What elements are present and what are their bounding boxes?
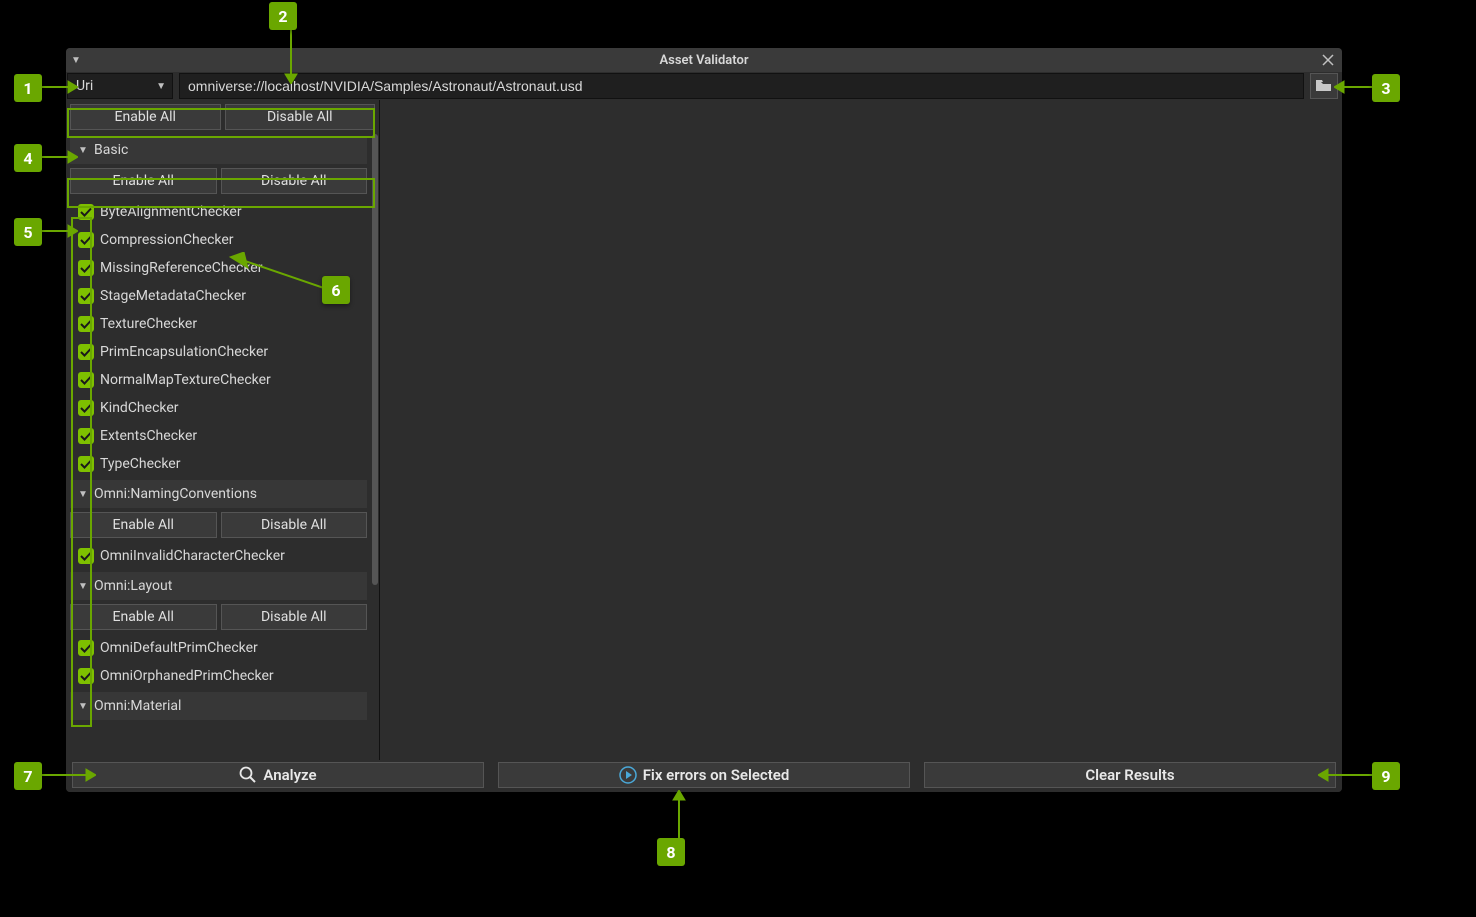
layout-enable-all-button[interactable]: Enable All	[70, 604, 217, 630]
checker-label: TypeChecker	[100, 456, 180, 472]
callout-8: 8	[657, 838, 685, 866]
checker-row: NormalMapTextureChecker	[70, 366, 367, 394]
body: Enable All Disable All ▼ Basic Enable Al…	[66, 100, 1342, 760]
clear-results-button[interactable]: Clear Results	[924, 762, 1336, 788]
checker-label: OmniDefaultPrimChecker	[100, 640, 258, 656]
asset-mode-select[interactable]: Uri ▼	[67, 73, 173, 99]
checker-checkbox[interactable]	[78, 316, 94, 332]
global-toggle-row: Enable All Disable All	[66, 100, 379, 134]
checker-checkbox[interactable]	[78, 344, 94, 360]
browse-folder-button[interactable]	[1310, 73, 1338, 99]
basic-disable-all-button[interactable]: Disable All	[221, 168, 368, 194]
disable-all-button[interactable]: Disable All	[225, 104, 376, 130]
folder-icon	[1316, 80, 1332, 92]
section-title: Omni:NamingConventions	[94, 486, 257, 502]
checker-row: KindChecker	[70, 394, 367, 422]
naming-enable-all-button[interactable]: Enable All	[70, 512, 217, 538]
section-header-naming[interactable]: ▼ Omni:NamingConventions	[70, 480, 367, 508]
section-title: Basic	[94, 142, 128, 158]
checker-row: StageMetadataChecker	[70, 282, 367, 310]
callout-5: 5	[14, 218, 42, 246]
checker-row: OmniOrphanedPrimChecker	[70, 662, 367, 690]
naming-disable-all-button[interactable]: Disable All	[221, 512, 368, 538]
checker-label: OmniInvalidCharacterChecker	[100, 548, 285, 564]
checker-row: OmniDefaultPrimChecker	[70, 634, 367, 662]
checker-label: CompressionChecker	[100, 232, 234, 248]
checker-row: PrimEncapsulationChecker	[70, 338, 367, 366]
basic-toggle-row: Enable All Disable All	[66, 164, 371, 198]
close-button[interactable]	[1314, 48, 1342, 72]
play-circle-icon	[619, 766, 637, 784]
callout-4: 4	[14, 144, 42, 172]
chevron-down-icon: ▼	[78, 489, 88, 500]
checker-label: TextureChecker	[100, 316, 197, 332]
checker-checkbox[interactable]	[78, 260, 94, 276]
checker-label: KindChecker	[100, 400, 179, 416]
checker-checkbox[interactable]	[78, 428, 94, 444]
asset-validator-window: ▼ Asset Validator Uri ▼ Enable All Disab…	[66, 48, 1342, 792]
window-title: Asset Validator	[66, 53, 1342, 68]
window-menu-caret[interactable]: ▼	[66, 55, 86, 66]
checker-label: NormalMapTextureChecker	[100, 372, 271, 388]
basic-enable-all-button[interactable]: Enable All	[70, 168, 217, 194]
section-title: Omni:Material	[94, 698, 181, 714]
callout-3: 3	[1372, 74, 1400, 102]
titlebar[interactable]: ▼ Asset Validator	[66, 48, 1342, 72]
layout-disable-all-button[interactable]: Disable All	[221, 604, 368, 630]
chevron-down-icon: ▼	[78, 145, 88, 156]
section-header-material[interactable]: ▼ Omni:Material	[70, 692, 367, 720]
checker-row: TypeChecker	[70, 450, 367, 478]
checker-checkbox[interactable]	[78, 232, 94, 248]
asset-uri-input[interactable]	[179, 73, 1304, 99]
checker-label: PrimEncapsulationChecker	[100, 344, 268, 360]
checker-row: ByteAlignmentChecker	[70, 198, 367, 226]
fix-errors-button[interactable]: Fix errors on Selected	[498, 762, 910, 788]
checker-checkbox[interactable]	[78, 288, 94, 304]
callout-2: 2	[269, 2, 297, 30]
checker-label: ByteAlignmentChecker	[100, 204, 242, 220]
checker-label: OmniOrphanedPrimChecker	[100, 668, 274, 684]
close-icon	[1322, 54, 1334, 66]
enable-all-button[interactable]: Enable All	[70, 104, 221, 130]
section-header-basic[interactable]: ▼ Basic	[70, 136, 367, 164]
checker-label: StageMetadataChecker	[100, 288, 246, 304]
checker-row: MissingReferenceChecker	[70, 254, 367, 282]
checker-checkbox[interactable]	[78, 372, 94, 388]
checker-row: CompressionChecker	[70, 226, 367, 254]
results-panel	[380, 100, 1342, 760]
section-title: Omni:Layout	[94, 578, 172, 594]
chevron-down-icon: ▼	[78, 701, 88, 712]
checker-checkbox[interactable]	[78, 400, 94, 416]
scrollbar[interactable]	[371, 134, 379, 760]
asset-mode-value: Uri	[76, 78, 93, 94]
callout-1: 1	[14, 74, 42, 102]
checker-checkbox[interactable]	[78, 668, 94, 684]
checker-checkbox[interactable]	[78, 548, 94, 564]
checker-checkbox[interactable]	[78, 204, 94, 220]
naming-toggle-row: Enable All Disable All	[66, 508, 371, 542]
magnifier-icon	[239, 766, 257, 784]
checker-row: OmniInvalidCharacterChecker	[70, 542, 367, 570]
chevron-down-icon: ▼	[156, 81, 166, 92]
checker-panel: Enable All Disable All ▼ Basic Enable Al…	[66, 100, 380, 760]
checker-label: MissingReferenceChecker	[100, 260, 262, 276]
section-header-layout[interactable]: ▼ Omni:Layout	[70, 572, 367, 600]
callout-9: 9	[1372, 762, 1400, 790]
uri-row: Uri ▼	[66, 72, 1342, 100]
layout-toggle-row: Enable All Disable All	[66, 600, 371, 634]
checker-row: TextureChecker	[70, 310, 367, 338]
analyze-button[interactable]: Analyze	[72, 762, 484, 788]
checker-label: ExtentsChecker	[100, 428, 197, 444]
checker-checkbox[interactable]	[78, 640, 94, 656]
footer: Analyze Fix errors on Selected Clear Res…	[66, 760, 1342, 792]
scroll-thumb[interactable]	[372, 134, 378, 585]
checker-row: ExtentsChecker	[70, 422, 367, 450]
checker-checkbox[interactable]	[78, 456, 94, 472]
chevron-down-icon: ▼	[78, 581, 88, 592]
callout-7: 7	[14, 762, 42, 790]
